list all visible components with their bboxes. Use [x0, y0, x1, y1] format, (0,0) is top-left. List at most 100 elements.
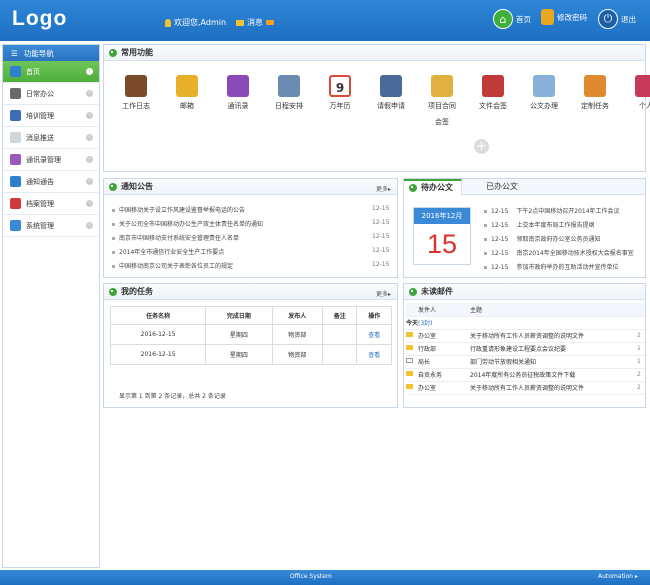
sidebar-item-0[interactable]: 首页 › — [3, 61, 99, 83]
notice-item[interactable]: 2014年全市通信行业安全生产工作要点 — [112, 247, 224, 256]
power-icon: ⏻ — [598, 9, 618, 29]
calendar-day: 15 — [426, 229, 458, 259]
tab-done[interactable]: 已办公文 — [486, 181, 518, 192]
chevron-right-icon: › — [86, 200, 93, 207]
open-mail-icon — [406, 355, 418, 369]
table-row: 2016-12-15 星期四 物资部 查看 — [109, 344, 392, 365]
function-item-6[interactable]: 项目合同 会签 — [422, 75, 462, 127]
function-item-3[interactable]: 日程安排 — [269, 75, 309, 111]
mail-col-subject: 主题 — [470, 303, 637, 317]
tab-todo[interactable]: 待办公文 — [404, 178, 462, 195]
task-view-link[interactable]: 查看 — [356, 324, 392, 345]
notice-item[interactable]: 中国移动关于设立作风建设鉴督举报电话的公告 — [112, 205, 245, 214]
lock-icon — [541, 9, 554, 25]
function-item-7[interactable]: 文件会签 — [473, 75, 513, 111]
mail-row[interactable]: 办公室 关于移动所有工作人员薪资调整的说明文件 2 — [406, 381, 645, 395]
notice-item[interactable]: 南京市中国移动支付系统安全管理责任人名单 — [112, 233, 239, 242]
function-item-2[interactable]: 通讯录 — [218, 75, 258, 111]
sidebar-item-3[interactable]: 消息推送 › — [3, 127, 99, 149]
function-item-9[interactable]: 定制任务 — [575, 75, 615, 111]
mail-extra: 1 — [637, 342, 645, 356]
bullet-icon — [112, 223, 115, 226]
todo-panel: 待办公文 已办公文 2016年12月 15 12-15 下午2点中国移动召开201… — [403, 178, 646, 278]
todo-item[interactable]: 12-15 南京2014年全国移动技术授权大会报名事宜 — [484, 248, 644, 257]
task-publisher: 物资部 — [271, 344, 323, 365]
task-view-link[interactable]: 查看 — [356, 344, 392, 365]
notice-item-date: 12-15 — [372, 205, 390, 212]
todo-tabs: 待办公文 已办公文 — [404, 178, 645, 195]
tasks-table: 任务名称 完成日期 发布人 备注 操作 2016-12-15 星期四 物资部 查看 2016-1… — [109, 306, 392, 365]
function-label: 定制任务 — [581, 102, 609, 110]
mail-from: 局长 — [418, 355, 470, 369]
footer-center: Office System — [290, 573, 332, 580]
todo-item-date: 12-15 — [491, 222, 509, 229]
notice-item-text: 中国移动关于设立作风建设鉴督举报电话的公告 — [119, 207, 246, 214]
mail-extra: 2 — [637, 368, 645, 382]
task-note — [321, 344, 358, 365]
bullet-icon — [112, 209, 115, 212]
function-label: 工作日志 — [122, 102, 150, 110]
mail-row[interactable]: 自贡永务 2014年度所有公务员征税政策文件下载 2 — [406, 368, 645, 382]
tasks-col-header: 发布人 — [271, 306, 323, 325]
books-icon — [10, 154, 21, 165]
sidebar-item-2[interactable]: 培训管理 › — [3, 105, 99, 127]
notice-item[interactable]: 关于公司全市中国移动办公生产双主体责任名单的通知 — [112, 219, 263, 228]
welcome-label: 欢迎您,Admin — [174, 18, 227, 27]
function-item-0[interactable]: 工作日志 — [116, 75, 156, 111]
function-icon: 9 — [329, 75, 351, 97]
home-button[interactable]: ⌂ 首页 — [493, 9, 531, 29]
home-icon: ⌂ — [493, 9, 513, 29]
logout-button[interactable]: ⏻ 退出 — [598, 9, 636, 29]
notice-item-text: 2014年全市通信行业安全生产工作要点 — [119, 249, 225, 256]
sidebar-item-6[interactable]: 档案管理 › — [3, 193, 99, 215]
function-item-8[interactable]: 公文办理 — [524, 75, 564, 111]
add-function-button[interactable]: + — [474, 139, 489, 154]
sidebar-item-4[interactable]: 通讯录管理 › — [3, 149, 99, 171]
function-label: 日程安排 — [275, 102, 303, 110]
function-item-1[interactable]: 邮箱 — [167, 75, 207, 111]
notice-item[interactable]: 中国移动南京公司关于表彰各位员工的规定 — [112, 261, 233, 270]
mail-title: 未读邮件 — [421, 287, 453, 296]
function-icon — [125, 75, 147, 97]
bullet-icon — [484, 252, 487, 255]
mail-subject: 关于移动所有工作人员薪资调整的说明文件 — [470, 381, 637, 395]
mail-row[interactable]: 办公室 关于移动所有工作人员薪资调整的说明文件 2 — [406, 329, 645, 343]
tasks-summary: 显示第 1 到第 2 条记录，总共 2 条记录 — [119, 393, 226, 400]
notice-item-date: 12-15 — [372, 233, 390, 240]
todo-item[interactable]: 12-15 上交本年度布局工作报告提纲 — [484, 220, 644, 229]
notice-more-link[interactable]: 更多▸ — [376, 184, 391, 193]
common-functions-title: 常用功能 — [121, 48, 153, 57]
function-label: 个人 — [639, 102, 650, 110]
archive-icon — [10, 198, 21, 209]
tasks-more-link[interactable]: 更多▸ — [376, 289, 391, 298]
list-icon: ☰ — [11, 48, 18, 58]
function-label-2: 会签 — [435, 118, 449, 126]
message-link[interactable]: 消息 — [236, 17, 274, 28]
mail-icon — [406, 368, 418, 382]
mail-row[interactable]: 行政部 行政重请形象建设工程要点会议纪要 1 — [406, 342, 645, 356]
tasks-col-header: 完成日期 — [205, 306, 273, 325]
sidebar-item-7[interactable]: 系统管理 › — [3, 215, 99, 237]
chevron-right-icon: › — [86, 156, 93, 163]
function-item-4[interactable]: 9 万年历 — [320, 75, 360, 111]
notice-title: 通知公告 — [121, 182, 153, 191]
todo-item[interactable]: 12-15 参加市政府举办的互助活动并宣传单位 — [484, 262, 644, 271]
common-functions-panel: 常用功能 工作日志 邮箱 通讯录日程安排 9 万年历 请假申请 项目合同 会签 文件会签 公文办理… — [103, 44, 650, 172]
mail-icon — [406, 342, 418, 356]
todo-item[interactable]: 12-15 领取南京政府办公室公务员通知 — [484, 234, 644, 243]
notice-panel: 通知公告 更多▸ 中国移动关于设立作风建设鉴督举报电话的公告 12-15 关于公司全… — [103, 178, 398, 278]
bullet-icon — [484, 224, 487, 227]
sidebar-item-5[interactable]: 通知通告 › — [3, 171, 99, 193]
chevron-right-icon: › — [86, 134, 93, 141]
todo-item[interactable]: 12-15 下午2点中国移动召开2014年工作会议 — [484, 206, 644, 215]
mail-row[interactable]: 局长 部门劳动节放假相关通知 1 — [406, 355, 645, 369]
tasks-panel: 我的任务 更多▸ 任务名称 完成日期 发布人 备注 操作 2016-12-15 星期四 物资… — [103, 283, 398, 408]
function-item-5[interactable]: 请假申请 — [371, 75, 411, 111]
todo-item-date: 12-15 — [491, 264, 509, 271]
bullet-icon — [112, 237, 115, 240]
task-publisher: 物资部 — [271, 324, 323, 345]
sidebar-item-1[interactable]: 日常办公 › — [3, 83, 99, 105]
function-item-10[interactable]: 个人 — [626, 75, 650, 111]
change-password-button[interactable]: 修改密码 — [541, 9, 587, 25]
sidebar-item-label: 通知通告 — [26, 177, 54, 186]
